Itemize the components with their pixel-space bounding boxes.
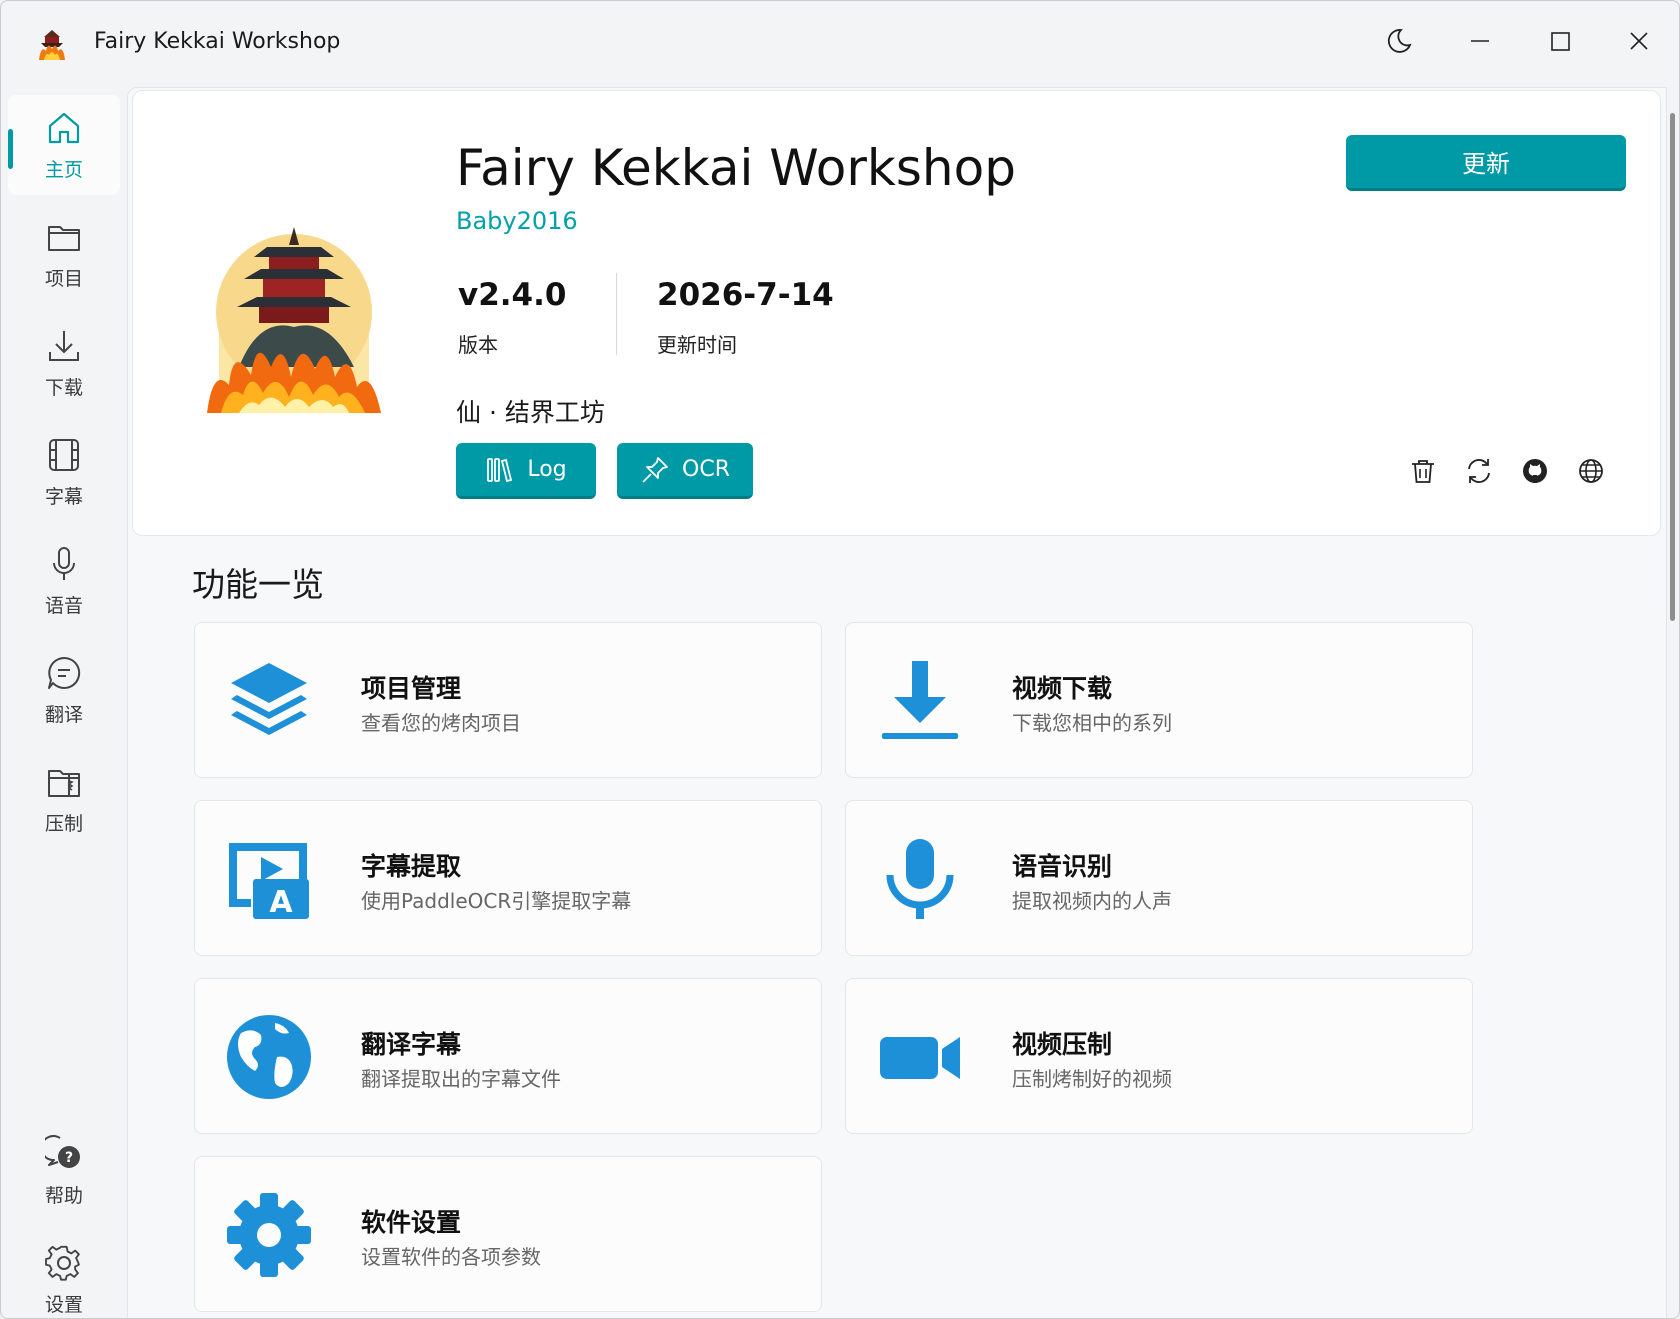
update-button[interactable]: 更新 — [1346, 135, 1626, 191]
sidebar-item-subtitle[interactable]: 字幕 — [8, 422, 120, 522]
sidebar: 主页 项目 下载 字幕 语音 翻译 压制 ? 帮助 设置 — [1, 87, 127, 1318]
feature-desc: 下载您相中的系列 — [1012, 711, 1172, 735]
maximize-button[interactable] — [1532, 13, 1588, 69]
sidebar-item-label: 语音 — [44, 594, 83, 617]
globe-icon — [1579, 459, 1603, 483]
feature-desc: 提取视频内的人声 — [1012, 889, 1172, 913]
microphone-icon — [886, 839, 954, 919]
feature-title: 字幕提取 — [361, 852, 462, 881]
version-value: v2.4.0 — [458, 277, 567, 313]
sidebar-item-label: 主页 — [44, 158, 83, 181]
github-button[interactable] — [1517, 453, 1553, 489]
minimize-icon — [1471, 40, 1489, 42]
video-camera-icon — [880, 1037, 960, 1079]
chat-icon — [48, 656, 81, 689]
feature-card-settings[interactable]: 软件设置 设置软件的各项参数 — [194, 1156, 822, 1312]
library-icon — [487, 457, 513, 482]
feature-card-translate[interactable]: 翻译字幕 翻译提取出的字幕文件 — [194, 978, 822, 1134]
feature-desc: 压制烤制好的视频 — [1012, 1067, 1172, 1091]
feature-desc: 翻译提取出的字幕文件 — [361, 1067, 561, 1091]
sidebar-item-label: 翻译 — [44, 703, 83, 726]
active-indicator — [8, 129, 13, 169]
sidebar-item-label: 下载 — [44, 376, 83, 399]
film-icon — [49, 438, 79, 471]
help-chat-icon: ? — [45, 1134, 80, 1168]
sidebar-item-label: 设置 — [44, 1293, 83, 1316]
app-name: Fairy Kekkai Workshop — [456, 139, 1016, 197]
ocr-button-label: OCR — [682, 457, 730, 482]
update-date-value: 2026-7-14 — [657, 277, 834, 313]
stat-divider — [616, 273, 617, 355]
close-icon — [1630, 32, 1648, 50]
folder-icon — [48, 225, 80, 251]
sidebar-item-help[interactable]: ? 帮助 — [8, 1121, 120, 1221]
feature-card-encode[interactable]: 视频压制 压制烤制好的视频 — [845, 978, 1473, 1134]
subtitle-icon: A — [229, 843, 309, 920]
gear-icon — [45, 1245, 80, 1281]
feature-card-speech[interactable]: 语音识别 提取视频内的人声 — [845, 800, 1473, 956]
feature-title: 翻译字幕 — [361, 1030, 462, 1059]
feature-desc: 设置软件的各项参数 — [361, 1245, 541, 1269]
home-icon — [48, 112, 80, 143]
vertical-scrollbar[interactable] — [1670, 113, 1675, 621]
app-logo-icon — [39, 30, 65, 60]
version-label: 版本 — [458, 333, 498, 357]
main-content: Fairy Kekkai Workshop Baby2016 v2.4.0 版本… — [127, 87, 1667, 1318]
sidebar-item-label: 项目 — [44, 267, 83, 290]
feature-card-download[interactable]: 视频下载 下载您相中的系列 — [845, 622, 1473, 778]
pin-icon — [642, 456, 668, 483]
zip-folder-icon — [48, 769, 80, 797]
sidebar-item-settings[interactable]: 设置 — [8, 1230, 120, 1318]
refresh-button[interactable] — [1461, 453, 1497, 489]
feature-title: 语音识别 — [1012, 852, 1113, 881]
feature-desc: 使用PaddleOCR引擎提取字幕 — [361, 889, 632, 913]
moon-icon — [1387, 29, 1412, 53]
github-icon — [1523, 459, 1547, 483]
app-hero-image — [207, 227, 381, 413]
trash-icon — [1412, 460, 1434, 483]
feature-title: 项目管理 — [361, 674, 462, 703]
sidebar-item-projects[interactable]: 项目 — [8, 204, 120, 304]
author-link[interactable]: Baby2016 — [456, 207, 578, 235]
sidebar-item-label: 帮助 — [44, 1184, 83, 1207]
sidebar-item-home[interactable]: 主页 — [8, 95, 120, 195]
svg-text:A: A — [269, 885, 293, 920]
log-button-label: Log — [527, 457, 567, 482]
svg-text:?: ? — [65, 1150, 73, 1166]
website-button[interactable] — [1573, 453, 1609, 489]
feature-desc: 查看您的烤肉项目 — [361, 711, 521, 735]
sidebar-item-label: 压制 — [44, 812, 83, 835]
minimize-button[interactable] — [1452, 13, 1508, 69]
globe-icon — [227, 1015, 311, 1099]
maximize-icon — [1551, 32, 1570, 51]
section-title: 功能一览 — [192, 565, 324, 604]
feature-card-project[interactable]: 项目管理 查看您的烤肉项目 — [194, 622, 822, 778]
sync-icon — [1468, 459, 1490, 483]
title-bar: Fairy Kekkai Workshop — [1, 1, 1679, 87]
feature-title: 视频压制 — [1012, 1030, 1113, 1059]
sidebar-item-translate[interactable]: 翻译 — [8, 640, 120, 740]
delete-button[interactable] — [1405, 453, 1441, 489]
update-date-label: 更新时间 — [657, 333, 737, 357]
close-button[interactable] — [1611, 13, 1667, 69]
download-icon — [882, 661, 958, 739]
app-info-card: Fairy Kekkai Workshop Baby2016 v2.4.0 版本… — [132, 90, 1661, 536]
feature-title: 视频下载 — [1012, 674, 1113, 703]
window-title: Fairy Kekkai Workshop — [94, 29, 341, 54]
download-icon — [49, 330, 79, 361]
theme-toggle-button[interactable] — [1371, 13, 1427, 69]
layers-icon — [231, 663, 307, 735]
app-subtitle: 仙 · 结界工坊 — [456, 398, 605, 427]
gear-icon — [227, 1193, 311, 1277]
sidebar-item-encode[interactable]: 压制 — [8, 749, 120, 849]
feature-title: 软件设置 — [361, 1208, 462, 1237]
feature-card-subtitle[interactable]: A 字幕提取 使用PaddleOCR引擎提取字幕 — [194, 800, 822, 956]
sidebar-item-speech[interactable]: 语音 — [8, 531, 120, 631]
ocr-button[interactable]: OCR — [617, 443, 753, 499]
sidebar-item-label: 字幕 — [44, 485, 83, 508]
sidebar-item-download[interactable]: 下载 — [8, 313, 120, 413]
microphone-icon — [53, 546, 75, 580]
log-button[interactable]: Log — [456, 443, 596, 499]
app-window: Fairy Kekkai Workshop 主页 项目 下载 字幕 语音 翻译 … — [0, 0, 1680, 1319]
